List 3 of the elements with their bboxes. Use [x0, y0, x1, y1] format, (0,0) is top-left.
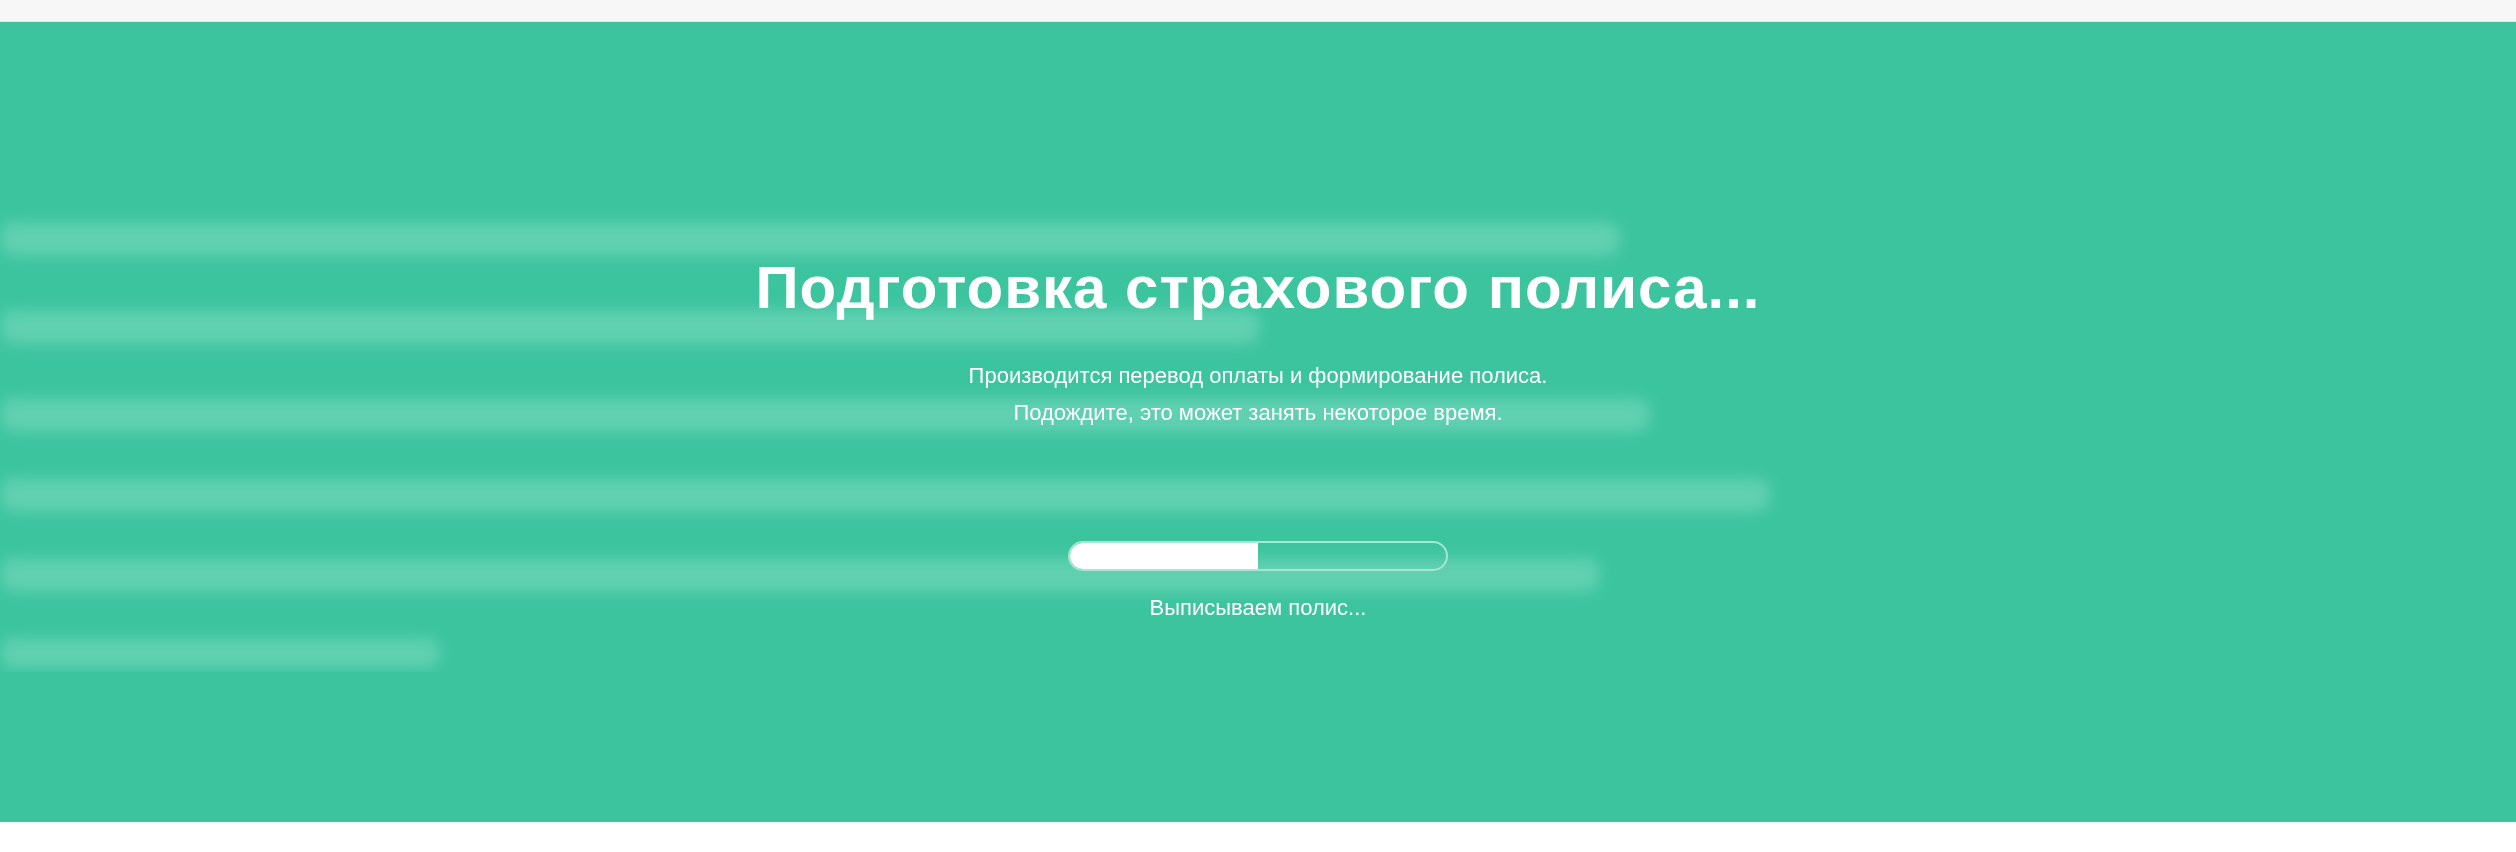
progress-caption: Выписываем полис... [1149, 594, 1367, 622]
loading-title: Подготовка страхового полиса... [755, 255, 1761, 321]
loading-message: Производится перевод оплаты и формирование полиса. Подождите, это может занять некоторое время. [968, 362, 1548, 427]
